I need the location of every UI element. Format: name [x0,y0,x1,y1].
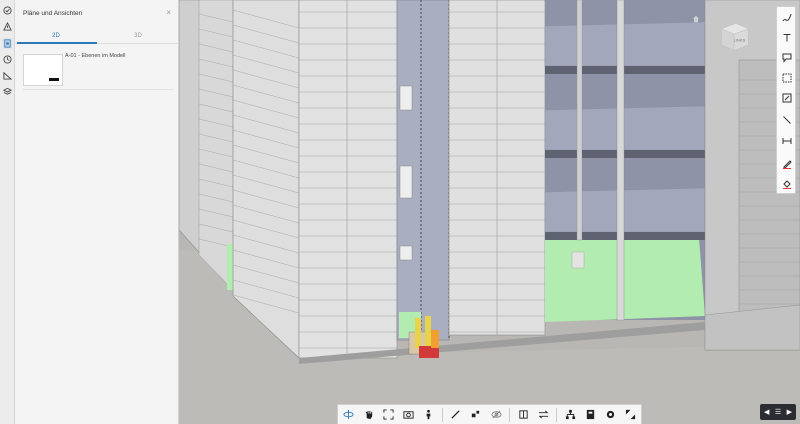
layers-icon[interactable] [2,86,13,97]
explode-icon[interactable] [468,406,484,423]
recent-icon[interactable] [2,5,13,16]
clock-icon[interactable] [2,54,13,65]
facade-left [232,0,300,359]
previous-icon[interactable]: ◀ [764,408,769,416]
dimension-icon[interactable] [780,134,794,148]
sheet-thumbnail[interactable] [23,54,63,86]
toolbar-separator [441,407,443,422]
model-viewport[interactable] [179,0,800,424]
open-floor-structure [544,0,706,322]
panel-title: Pläne und Ansichten [23,10,83,17]
ghost-icon[interactable] [488,406,504,423]
markup-toolbar [776,6,796,194]
pan-icon[interactable] [360,406,376,423]
view-cube[interactable]: LINKS [716,18,752,54]
toolbar-separator [509,407,511,422]
next-icon[interactable]: ▶ [787,408,792,416]
settings-icon[interactable] [603,406,619,423]
plans-and-views-panel: Pläne und Ansichten × 2D 3D A-01 - Ebene… [15,0,179,424]
measure-icon[interactable] [2,70,13,81]
toolbar-separator [556,407,558,422]
sheets-icon[interactable] [2,38,13,49]
freehand-icon[interactable] [780,11,794,25]
fit-icon[interactable] [380,406,396,423]
active-tab-indicator [17,42,97,44]
facade-center [298,0,398,359]
measure-icon[interactable] [448,406,464,423]
sheet-label[interactable]: A-01 - Ebenen im Modell [65,53,126,59]
orbit-icon[interactable] [340,406,356,423]
menu-icon[interactable]: ☰ [775,408,781,416]
sheet-pager: ◀ ☰ ▶ [760,404,796,420]
compare-icon[interactable] [535,406,551,423]
home-view-icon[interactable] [692,10,700,23]
section-icon[interactable] [515,406,531,423]
fullscreen-icon[interactable] [623,406,639,423]
warning-icon[interactable] [2,21,13,32]
model-tree-icon[interactable] [562,406,578,423]
callout-icon[interactable] [780,51,794,65]
divider [23,89,173,90]
line-icon[interactable] [780,113,794,127]
person-icon[interactable] [421,406,437,423]
text-icon[interactable] [780,31,794,45]
close-icon[interactable]: × [166,8,171,17]
view-tabs: 2D 3D [15,28,179,44]
view-cube-label: LINKS [734,37,746,42]
properties-icon[interactable] [583,406,599,423]
rectangle-select-icon[interactable] [780,71,794,85]
tab-3d[interactable]: 3D [97,28,179,44]
navigation-toolbar [337,404,642,424]
highlighted-element [227,244,233,290]
pen-icon[interactable] [780,157,794,171]
thumbnail-title-block [49,78,59,81]
polygon-area-icon[interactable] [780,91,794,105]
left-icon-rail [0,0,15,424]
camera-icon[interactable] [400,406,416,423]
facade-right [448,0,546,336]
elevator-shaft [396,0,450,341]
fill-icon[interactable] [780,177,794,191]
